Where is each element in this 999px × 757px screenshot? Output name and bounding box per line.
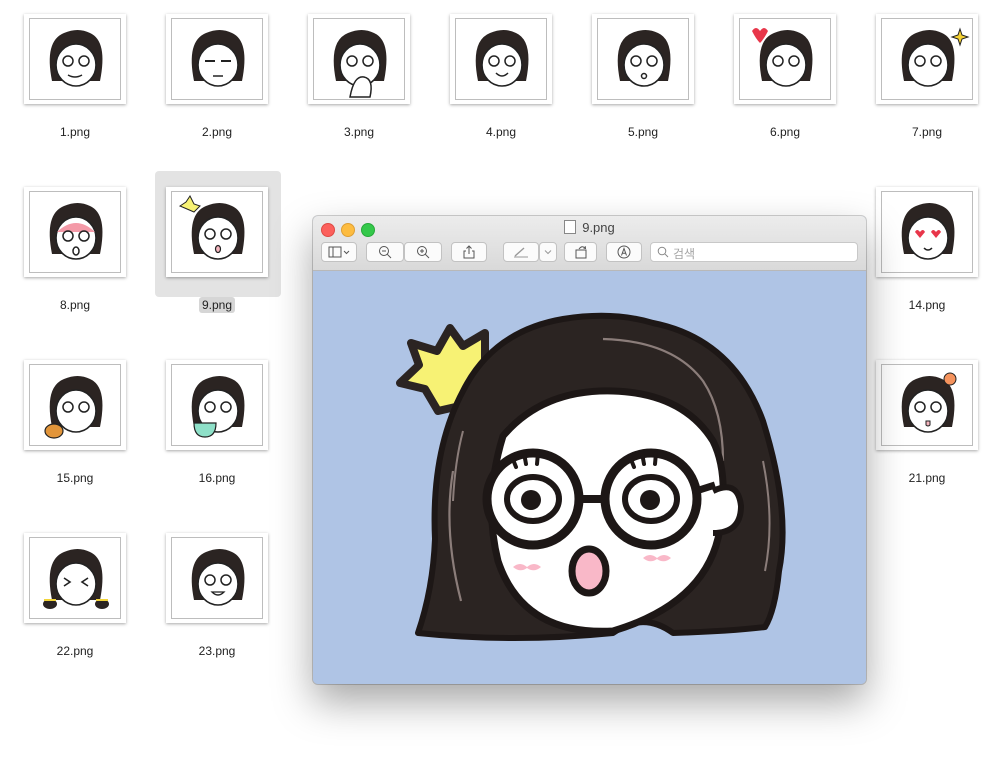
file-thumbnail[interactable] bbox=[876, 14, 978, 104]
file-item-3[interactable]: 3.png bbox=[284, 0, 426, 160]
file-name: 4.png bbox=[485, 125, 517, 139]
file-item-4[interactable]: 4.png bbox=[426, 0, 568, 160]
face-thumbnail-icon bbox=[597, 18, 689, 100]
file-name: 16.png bbox=[198, 471, 236, 485]
file-thumbnail[interactable] bbox=[166, 14, 268, 104]
file-thumbnail[interactable] bbox=[450, 14, 552, 104]
file-name: 1.png bbox=[59, 125, 91, 139]
file-name: 14.png bbox=[908, 298, 946, 312]
file-name: 9.png bbox=[142, 297, 292, 313]
file-item-9[interactable]: 9.png bbox=[142, 171, 284, 333]
file-name: 5.png bbox=[627, 125, 659, 139]
preview-window[interactable]: 9.png 검색 bbox=[313, 216, 866, 684]
markup-toolbar-button[interactable] bbox=[606, 242, 642, 262]
share-button[interactable] bbox=[451, 242, 487, 262]
search-placeholder: 검색 bbox=[673, 247, 696, 261]
zoom-out-button[interactable] bbox=[366, 242, 404, 262]
chevron-down-icon bbox=[544, 250, 552, 255]
file-name: 21.png bbox=[908, 471, 946, 485]
face-thumbnail-icon bbox=[881, 18, 973, 100]
file-name: 6.png bbox=[769, 125, 801, 139]
file-thumbnail[interactable] bbox=[876, 360, 978, 450]
file-name: 15.png bbox=[56, 471, 94, 485]
file-name: 7.png bbox=[911, 125, 943, 139]
file-item-21[interactable]: 21.png bbox=[852, 346, 994, 506]
file-thumbnail[interactable] bbox=[24, 533, 126, 623]
file-item-15[interactable]: 15.png bbox=[0, 346, 142, 506]
zoom-out-icon bbox=[379, 246, 392, 259]
share-icon bbox=[463, 245, 475, 259]
file-name: 22.png bbox=[56, 644, 94, 658]
search-field[interactable]: 검색 bbox=[650, 242, 858, 262]
file-thumbnail[interactable] bbox=[24, 360, 126, 450]
face-thumbnail-icon bbox=[313, 18, 405, 100]
file-thumbnail[interactable] bbox=[24, 14, 126, 104]
file-item-16[interactable]: 16.png bbox=[142, 346, 284, 506]
face-thumbnail-icon bbox=[455, 18, 547, 100]
file-thumbnail[interactable] bbox=[592, 14, 694, 104]
file-name: 8.png bbox=[59, 298, 91, 312]
face-thumbnail-icon bbox=[171, 537, 263, 619]
pen-icon bbox=[514, 247, 528, 258]
file-thumbnail[interactable] bbox=[24, 187, 126, 277]
file-thumbnail[interactable] bbox=[166, 187, 268, 277]
girl-surprised-illustration bbox=[313, 271, 866, 684]
face-thumbnail-icon bbox=[29, 537, 121, 619]
sidebar-toggle-button[interactable] bbox=[321, 242, 357, 262]
face-thumbnail-icon bbox=[739, 18, 831, 100]
file-item-6[interactable]: 6.png bbox=[710, 0, 852, 160]
file-name: 3.png bbox=[343, 125, 375, 139]
file-name: 23.png bbox=[198, 644, 236, 658]
file-item-1[interactable]: 1.png bbox=[0, 0, 142, 160]
file-item-5[interactable]: 5.png bbox=[568, 0, 710, 160]
pen-options-button[interactable] bbox=[539, 242, 557, 262]
face-thumbnail-icon bbox=[29, 191, 121, 273]
zoom-in-icon bbox=[417, 246, 430, 259]
face-thumbnail-icon bbox=[881, 364, 973, 446]
rotate-icon bbox=[575, 246, 586, 259]
file-item-2[interactable]: 2.png bbox=[142, 0, 284, 160]
image-canvas[interactable] bbox=[313, 271, 866, 684]
rotate-button[interactable] bbox=[564, 242, 597, 262]
file-thumbnail[interactable] bbox=[166, 533, 268, 623]
face-thumbnail-icon bbox=[171, 191, 263, 273]
zoom-in-button[interactable] bbox=[404, 242, 442, 262]
file-thumbnail[interactable] bbox=[308, 14, 410, 104]
face-thumbnail-icon bbox=[29, 18, 121, 100]
markup-pen-button[interactable] bbox=[503, 242, 539, 262]
face-thumbnail-icon bbox=[171, 18, 263, 100]
file-name: 2.png bbox=[201, 125, 233, 139]
window-toolbar: 9.png 검색 bbox=[313, 216, 866, 271]
search-icon bbox=[657, 246, 669, 258]
markup-icon bbox=[617, 245, 631, 259]
file-thumbnail[interactable] bbox=[166, 360, 268, 450]
window-title: 9.png bbox=[313, 220, 866, 235]
face-thumbnail-icon bbox=[171, 364, 263, 446]
face-thumbnail-icon bbox=[29, 364, 121, 446]
file-item-22[interactable]: 22.png bbox=[0, 519, 142, 679]
file-item-7[interactable]: 7.png bbox=[852, 0, 994, 160]
document-icon bbox=[564, 220, 577, 234]
face-thumbnail-icon bbox=[881, 191, 973, 273]
file-item-23[interactable]: 23.png bbox=[142, 519, 284, 679]
file-thumbnail[interactable] bbox=[876, 187, 978, 277]
file-thumbnail[interactable] bbox=[734, 14, 836, 104]
sidebar-icon bbox=[328, 246, 350, 258]
file-item-14[interactable]: 14.png bbox=[852, 173, 994, 333]
file-item-8[interactable]: 8.png bbox=[0, 173, 142, 333]
